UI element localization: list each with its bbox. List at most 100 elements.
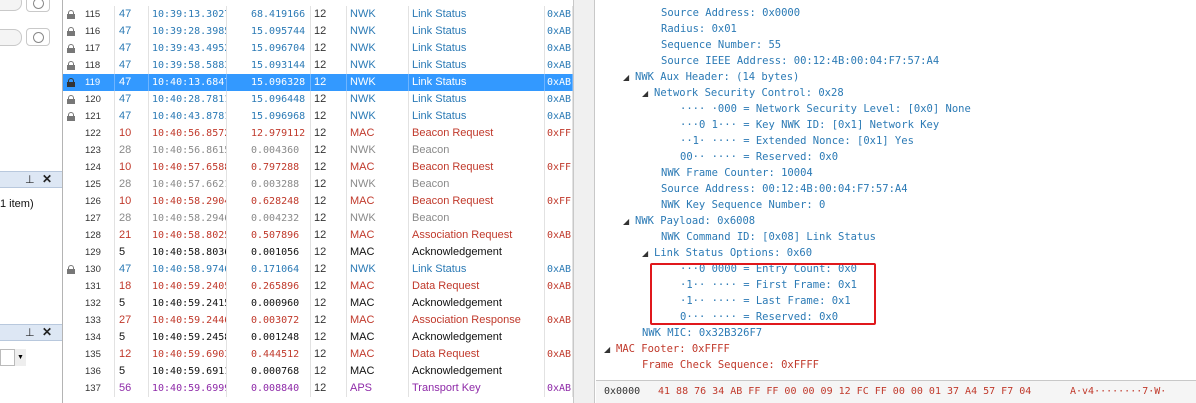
table-row[interactable]: 1332710:40:59.244600 0.00307212MACAssocia… [63,312,573,329]
table-row[interactable]: 129510:40:58.803607 0.00105612MACAcknowle… [63,244,573,261]
table-row[interactable]: 1154710:39:13.302792 68.41916612NWKLink S… [63,6,573,23]
table-row[interactable]: 1194710:40:13.684711 15.09632812NWKLink S… [63,74,573,91]
table-row[interactable]: 1164710:39:28.398536 15.09574412NWKLink S… [63,23,573,40]
tree-node[interactable]: ···0 1··· = Key NWK ID: [0x1] Network Ke… [680,117,939,133]
cell-no: 133 [81,312,115,329]
cell-ch: 12 [311,6,347,23]
cell-addr [545,329,573,346]
cell-time: 10:40:58.290424 [149,193,227,210]
table-row[interactable]: 1261010:40:58.290424 0.62824812MACBeacon … [63,193,573,210]
tree-node-label: MAC Footer: 0xFFFF [616,343,730,355]
cell-proto: MAC [347,159,409,176]
table-row[interactable]: 1375610:40:59.699968 0.00884012APSTranspo… [63,380,573,397]
cell-len: 47 [115,6,149,23]
filter-input-1[interactable] [0,0,22,11]
table-row[interactable]: 134510:40:59.245847 0.00124812MACAcknowle… [63,329,573,346]
table-row[interactable]: 1311810:40:59.240567 0.26589612MACData Re… [63,278,573,295]
lock-icon [67,112,75,121]
cell-proto: NWK [347,176,409,193]
cell-info: Association Response [409,312,545,329]
tree-node[interactable]: NWK Frame Counter: 10004 [661,165,813,181]
table-row[interactable]: 132510:40:59.241528 0.00096012MACAcknowle… [63,295,573,312]
tree-node-label: Link Status Options: 0x60 [654,247,813,259]
cell-len: 47 [115,261,149,278]
tree-node[interactable]: Sequence Number: 55 [661,37,781,53]
tree-node[interactable]: ···· ·000 = Network Security Level: [0x0… [680,101,971,117]
table-row[interactable]: 1282110:40:58.802552 0.50789612MACAssocia… [63,227,573,244]
cell-proto: NWK [347,91,409,108]
table-row[interactable]: 1174710:39:43.495240 15.09670412NWKLink S… [63,40,573,57]
cell-no: 131 [81,278,115,295]
expand-arrow-icon[interactable]: ◢ [642,246,654,262]
pin-icon[interactable]: ⊥ [25,326,35,339]
cell-proto: MAC [347,312,409,329]
table-row[interactable]: 1351210:40:59.6903600.44451212MACData Re… [63,346,573,363]
cell-delta: 15.095744 [249,23,311,40]
table-row[interactable]: 136510:40:59.691128 0.00076812MACAcknowle… [63,363,573,380]
cell-delta: 0.797288 [249,159,311,176]
cell-delta: 15.096448 [249,91,311,108]
expand-arrow-icon[interactable]: ◢ [623,70,635,86]
cell-ch: 12 [311,261,347,278]
option-radio-2[interactable] [26,28,50,46]
tree-node[interactable]: ◢ NWK Aux Header: (14 bytes) [623,69,799,85]
cell-ch: 12 [311,142,347,159]
cell-time: 10:40:58.802552 [149,227,227,244]
tree-node[interactable]: Source IEEE Address: 00:12:4B:00:04:F7:5… [661,53,939,69]
table-row[interactable]: 1232810:40:56.861599 0.00436012NWKBeacon [63,142,573,159]
radio-circle-icon [33,32,44,43]
cell-len: 28 [115,142,149,159]
chevron-down-icon[interactable]: ▼ [14,349,26,366]
pin-icon[interactable]: ⊥ [25,173,35,186]
filter-input-2[interactable] [0,29,22,46]
option-radio-1[interactable] [26,0,50,12]
expand-arrow-icon[interactable]: ◢ [604,342,616,358]
cell-len: 47 [115,23,149,40]
hex-ascii[interactable]: A·v4········7·W· [1070,381,1166,403]
tree-node[interactable]: Source Address: 00:12:4B:00:04:F7:57:A4 [661,181,908,197]
hex-bytes[interactable]: 41 88 76 34 AB FF FF 00 00 09 12 FC FF 0… [658,381,1031,403]
tree-node[interactable]: ◢ Network Security Control: 0x28 [642,85,844,101]
cell-info: Acknowledgement [409,244,545,261]
table-row[interactable]: 1304710:40:58.974672 0.17106412NWKLink St… [63,261,573,278]
table-row[interactable]: 1272810:40:58.294656 0.00423212NWKBeacon [63,210,573,227]
close-icon[interactable]: ✕ [42,172,52,186]
lock-icon [67,265,75,274]
tree-node[interactable]: ··1· ···· = Extended Nonce: [0x1] Yes [680,133,914,149]
tree-node[interactable]: ◢ Link Status Options: 0x60 [642,245,812,261]
cell-addr: 0xAB [545,380,573,397]
tree-node[interactable]: ◢ MAC Footer: 0xFFFF [604,341,730,357]
tree-node[interactable]: Source Address: 0x0000 [661,5,800,21]
cell-ch: 12 [311,227,347,244]
hex-view: 0x0000 41 88 76 34 AB FF FF 00 00 09 12 … [596,380,1196,403]
panel-header-2: ⊥ ✕ [0,324,62,341]
expand-arrow-icon[interactable]: ◢ [623,214,635,230]
tree-node[interactable]: Radius: 0x01 [661,21,737,37]
splitter-scrollbar[interactable] [573,0,595,403]
cell-no: 116 [81,23,115,40]
cell-addr: 0xAB [545,108,573,125]
cell-addr [545,142,573,159]
table-row[interactable]: 1221010:40:56.857240 12.97911212MACBeacon… [63,125,573,142]
table-row[interactable]: 1214710:40:43.878128 15.09696812NWKLink S… [63,108,573,125]
tree-node-label: Network Security Control: 0x28 [654,87,844,99]
close-icon[interactable]: ✕ [42,325,52,339]
cell-no: 122 [81,125,115,142]
cell-delta: 0.003288 [249,176,311,193]
tree-node[interactable]: Frame Check Sequence: 0xFFFF [642,357,819,373]
lock-icon [67,44,75,53]
table-row[interactable]: 1252810:40:57.662175 0.00328812NWKBeacon [63,176,573,193]
cell-time: 10:39:43.495240 [149,40,227,57]
expand-arrow-icon[interactable]: ◢ [642,86,654,102]
cell-no: 135 [81,346,115,363]
tree-node[interactable]: NWK Key Sequence Number: 0 [661,197,825,213]
tree-node[interactable]: NWK Command ID: [0x08] Link Status [661,229,876,245]
tree-node[interactable]: ◢ NWK Payload: 0x6008 [623,213,755,229]
table-row[interactable]: 1241010:40:57.658888 0.79728812MACBeacon … [63,159,573,176]
cell-proto: MAC [347,193,409,210]
tree-node[interactable]: 00·· ···· = Reserved: 0x0 [680,149,838,165]
cell-addr: 0xAB [545,278,573,295]
table-row[interactable]: 1184710:39:58.588383 15.09314412NWKLink S… [63,57,573,74]
tree-node[interactable]: NWK MIC: 0x32B326F7 [642,325,762,341]
table-row[interactable]: 1204710:40:28.781160 15.09644812NWKLink S… [63,91,573,108]
